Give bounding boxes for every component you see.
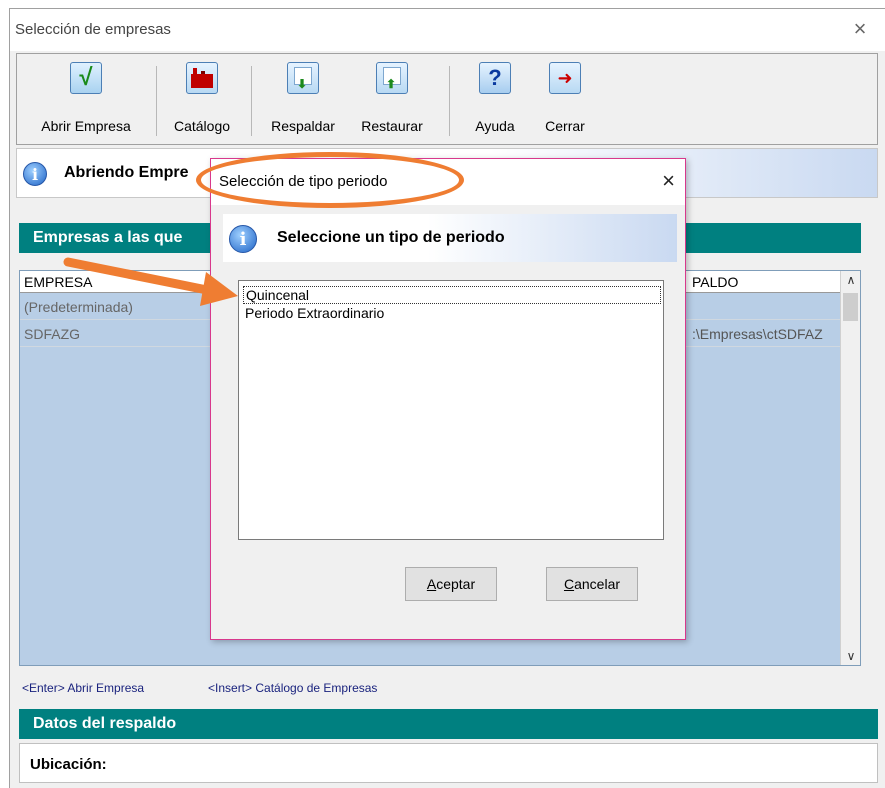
annotation-arrow-icon bbox=[63, 257, 238, 306]
